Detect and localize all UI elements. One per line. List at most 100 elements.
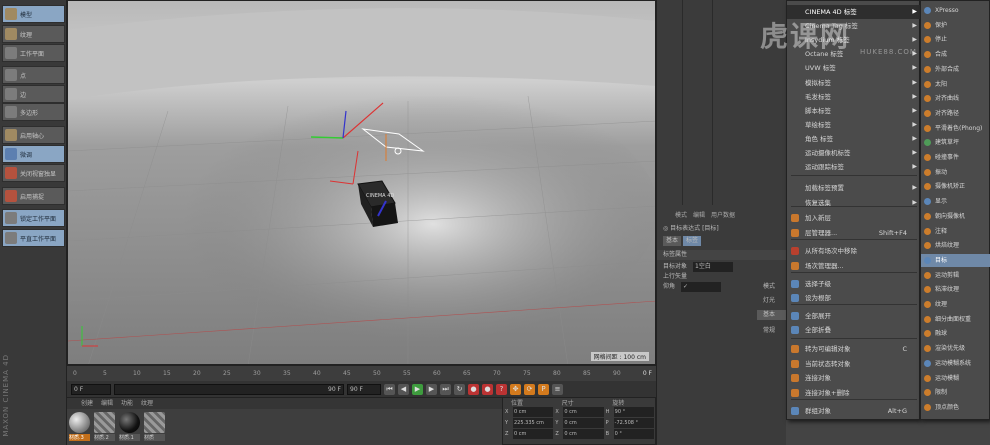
submenu-item[interactable]: 细分曲面权重: [921, 313, 990, 326]
submenu-item[interactable]: 对齐路径: [921, 107, 990, 120]
attr-tab-0[interactable]: 模式: [675, 210, 687, 221]
coord-field[interactable]: 0 cm: [513, 407, 554, 417]
menu-item[interactable]: UVW 标签 ▶: [787, 61, 921, 75]
menu-item[interactable]: 运动跟踪标签 ▶: [787, 160, 921, 174]
menu-item[interactable]: 层管理器... Shift+F4: [787, 226, 921, 240]
coord-field[interactable]: -72.508 °: [613, 418, 654, 428]
material-swatch[interactable]: 材质.3: [69, 412, 90, 441]
submenu-item[interactable]: 运动剪辑: [921, 269, 990, 282]
menu-item[interactable]: 加入新层: [787, 211, 921, 225]
coord-field[interactable]: 0 cm: [563, 429, 604, 439]
play-button[interactable]: ▶: [412, 383, 423, 395]
scale-key-button[interactable]: ⟳: [524, 383, 535, 395]
lower-mode-label[interactable]: 模式: [757, 282, 787, 292]
attr-tab-1[interactable]: 编辑: [693, 210, 705, 221]
lower-basic-tab[interactable]: 基本: [757, 310, 787, 320]
move-key-button[interactable]: ✥: [510, 383, 521, 395]
submenu-item[interactable]: 摄像机矫正: [921, 180, 990, 193]
material-swatch[interactable]: 材质.1: [119, 412, 140, 441]
coord-field[interactable]: 90 °: [613, 407, 654, 417]
submenu-item[interactable]: 运动模糊系统: [921, 357, 990, 370]
gizmo-x-axis[interactable]: [310, 136, 344, 139]
tool-solo[interactable]: 关闭视窗独显: [2, 164, 65, 182]
menu-item[interactable]: 角色 标签 ▶: [787, 132, 921, 146]
tool-snap[interactable]: 启用捕捉: [2, 187, 65, 205]
record-button[interactable]: ●: [468, 383, 479, 395]
material-menu-3[interactable]: 纹理: [141, 398, 153, 409]
submenu-item[interactable]: 保护: [921, 19, 990, 32]
submenu-item[interactable]: 注释: [921, 225, 990, 238]
submenu-item[interactable]: 运动模糊: [921, 372, 990, 385]
rotate-key-button[interactable]: P: [538, 383, 549, 395]
tool-lock[interactable]: 锁定工作平面: [2, 209, 65, 227]
submenu-item[interactable]: 平滑着色(Phong): [921, 122, 990, 135]
submenu-item[interactable]: 顶点颜色: [921, 401, 990, 414]
menu-item[interactable]: 选择子级: [787, 277, 921, 291]
menu-item[interactable]: 设为根部: [787, 291, 921, 305]
end-frame-field[interactable]: 90 F: [347, 383, 381, 395]
material-menu-1[interactable]: 编辑: [101, 398, 113, 409]
tool-tweak[interactable]: 微调: [2, 145, 65, 163]
submenu-item[interactable]: 朝向摄像机: [921, 210, 990, 223]
submenu-item[interactable]: 粘滞纹理: [921, 283, 990, 296]
submenu-item[interactable]: 外部合成: [921, 63, 990, 76]
menu-item[interactable]: 全部折叠: [787, 323, 921, 337]
submenu-item[interactable]: 建筑草坪: [921, 136, 990, 149]
submenu-item[interactable]: XPresso: [921, 4, 990, 17]
material-menu-0[interactable]: 创建: [81, 398, 93, 409]
tool-edge[interactable]: 边: [2, 85, 65, 103]
coord-field[interactable]: 0 cm: [513, 429, 554, 439]
submenu-item[interactable]: 融球: [921, 327, 990, 340]
submenu-item[interactable]: 纹理: [921, 298, 990, 311]
tool-model[interactable]: 模型: [2, 5, 65, 23]
timeline-ruler[interactable]: 0 5 10 15 20 25 30 35 40 45 50 55 60 65 70 75 80 85 90 0 F: [67, 365, 656, 381]
attr-button-0[interactable]: 基本: [663, 236, 682, 246]
menu-item[interactable]: 场次管理器...: [787, 259, 921, 273]
menu-item[interactable]: 连接对象: [787, 371, 921, 385]
frame-range-slider[interactable]: 90 F: [114, 383, 344, 395]
submenu-item[interactable]: 显示: [921, 195, 990, 208]
go-end-button[interactable]: ⏭: [440, 383, 451, 395]
start-frame-field[interactable]: 0 F: [71, 383, 111, 395]
attr-tab-2[interactable]: 用户数据: [711, 210, 735, 221]
attr-field-value[interactable]: 1空白: [693, 262, 734, 272]
autokey-button[interactable]: ●: [482, 383, 493, 395]
material-swatch[interactable]: 材质.2: [94, 412, 115, 441]
menu-item[interactable]: 运动摄像机标签 ▶: [787, 146, 921, 160]
keyframe-selection-button[interactable]: ?: [496, 383, 507, 395]
menu-item[interactable]: 模拟标签 ▶: [787, 76, 921, 90]
submenu-item[interactable]: 太阳: [921, 78, 990, 91]
tool-axis[interactable]: 启用轴心: [2, 126, 65, 144]
submenu-item[interactable]: 碰撞事件: [921, 151, 990, 164]
prev-key-button[interactable]: ◀: [398, 383, 409, 395]
tool-texture[interactable]: 纹理: [2, 25, 65, 43]
menu-item[interactable]: 脚本标签 ▶: [787, 104, 921, 118]
attr-button-1[interactable]: 标签: [683, 236, 702, 246]
menu-item[interactable]: 转为可编辑对象 C: [787, 342, 921, 356]
coord-field[interactable]: 225.335 cm: [513, 418, 554, 428]
submenu-item[interactable]: 目标: [921, 253, 990, 267]
material-menu-2[interactable]: 功能: [121, 398, 133, 409]
menu-item[interactable]: 当前状态转对象: [787, 357, 921, 371]
menu-item[interactable]: 群组对象 Alt+G: [787, 404, 921, 418]
submenu-item[interactable]: 对齐曲线: [921, 92, 990, 105]
submenu-item[interactable]: 停止: [921, 33, 990, 46]
tool-workplane[interactable]: 工作平面: [2, 44, 65, 62]
coord-field[interactable]: 0 °: [613, 429, 654, 439]
submenu-item[interactable]: 渲染优先级: [921, 342, 990, 355]
menu-item[interactable]: 毛发标签 ▶: [787, 90, 921, 104]
next-key-button[interactable]: ▶: [426, 383, 437, 395]
coord-field[interactable]: 0 cm: [563, 407, 604, 417]
material-swatch[interactable]: 材质: [144, 412, 165, 441]
menu-item[interactable]: 恢复选集 ▶: [787, 196, 921, 210]
tool-polygon[interactable]: 多边形: [2, 103, 65, 121]
submenu-item[interactable]: 烘焙纹理: [921, 239, 990, 252]
menu-item[interactable]: 草绘标签 ▶: [787, 118, 921, 132]
menu-item[interactable]: 加载标签预置 ▶: [787, 181, 921, 195]
menu-item[interactable]: 连接对象+删除: [787, 386, 921, 400]
perspective-viewport[interactable]: CINEMA 4D 网格间距 : 100 cm: [67, 0, 656, 365]
timeline-menu-button[interactable]: ≡: [552, 383, 563, 395]
loop-button[interactable]: ↻: [454, 383, 465, 395]
tool-point[interactable]: 点: [2, 66, 65, 84]
attr-field-value[interactable]: ✓: [681, 282, 722, 292]
